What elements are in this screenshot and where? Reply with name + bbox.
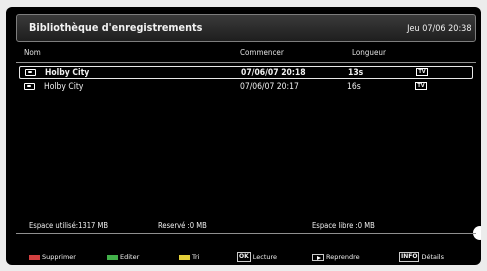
tv-screen: Bibliothèque d'enregistrements Jeu 07/06…	[6, 7, 481, 265]
recording-name: Holby City	[44, 82, 84, 92]
storage-reserved: Reservé :0 MB	[158, 221, 207, 230]
column-header-length: Longueur	[352, 48, 386, 57]
sort-legend[interactable]: Tri	[179, 252, 200, 263]
recording-name: Holby City	[45, 68, 90, 78]
tv-icon: TV	[416, 68, 428, 76]
edit-legend[interactable]: Editer	[107, 252, 139, 263]
title-bar: Bibliothèque d'enregistrements Jeu 07/06…	[16, 14, 476, 42]
recording-length: 13s	[348, 68, 364, 78]
recording-length: 16s	[347, 82, 361, 92]
column-header-start: Commencer	[240, 48, 284, 57]
recording-start: 07/06/07 20:18	[241, 68, 306, 78]
play-key-icon	[312, 253, 324, 261]
red-key-icon	[29, 254, 40, 260]
page-title: Bibliothèque d'enregistrements	[29, 21, 203, 34]
column-header-name: Nom	[24, 48, 41, 57]
play-legend[interactable]: OK Lecture	[237, 252, 277, 263]
delete-legend[interactable]: Supprimer	[29, 252, 76, 263]
header-divider	[16, 62, 476, 63]
recording-row[interactable]: Holby City 07/06/07 20:17 16s TV	[19, 81, 473, 94]
recording-icon	[24, 83, 35, 90]
resume-legend[interactable]: Reprendre	[312, 252, 360, 263]
details-legend[interactable]: INFO Détails	[399, 252, 444, 263]
storage-free: Espace libre :0 MB	[312, 221, 375, 230]
recording-start: 07/06/07 20:17	[240, 82, 299, 92]
info-key-icon: INFO	[399, 252, 420, 262]
tv-icon: TV	[415, 82, 427, 90]
storage-used: Espace utilisé:1317 MB	[29, 221, 109, 230]
clock: Jeu 07/06 20:38	[406, 24, 471, 34]
green-key-icon	[107, 254, 118, 260]
recording-icon	[25, 69, 36, 76]
ok-key-icon: OK	[237, 252, 251, 262]
recording-row[interactable]: Holby City 07/06/07 20:18 13s TV	[19, 66, 473, 79]
yellow-key-icon	[179, 254, 190, 260]
footer-divider	[16, 233, 476, 234]
